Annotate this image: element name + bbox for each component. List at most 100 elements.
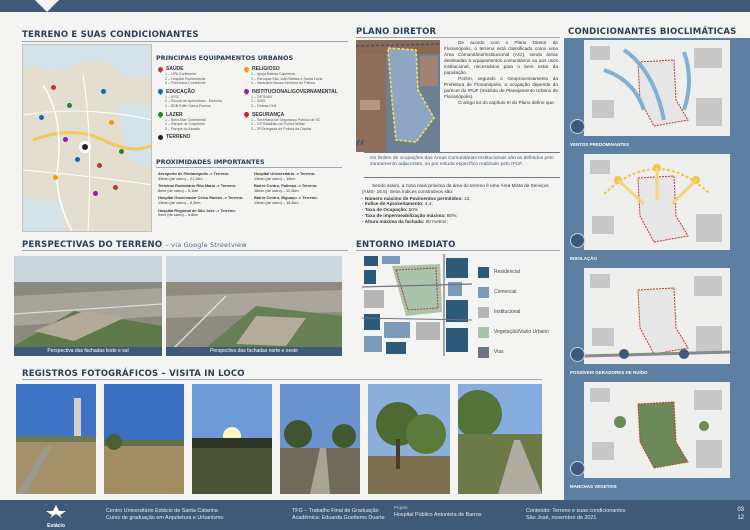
legend-row: Residencial — [478, 262, 558, 282]
bio-card-insolacao — [584, 154, 730, 250]
bio-card-ruido — [584, 268, 730, 364]
paragraph: De acordo com o Plano Diretor de Florian… — [444, 40, 558, 75]
proximity-item: Hospital Governador Celso Ramos -> Terre… — [158, 195, 244, 205]
site-photo-2 — [104, 384, 184, 494]
legend-row: Institucional — [478, 302, 558, 322]
compass-icon — [570, 119, 585, 134]
top-notch — [35, 0, 59, 12]
legend-institucional: INSTITUCIONAL/GOVERNAMENTAL — [242, 88, 346, 96]
zoning-map — [356, 40, 440, 152]
legend-row: Comercial — [478, 282, 558, 302]
location-map — [22, 44, 152, 232]
quote-block: “ Os limites de ocupações das Áreas Comu… — [354, 139, 560, 178]
section-title-bio: CONDICIONANTES BIOCLIMÁTICAS — [568, 27, 737, 37]
site-photo-3 — [192, 384, 272, 494]
logo-text: Estácio — [47, 523, 65, 529]
divider — [356, 37, 560, 38]
page-number: 03 12 — [737, 507, 744, 521]
swatch — [478, 286, 489, 298]
perspective-photo-2: Perspectiva das fachadas norte e oeste — [166, 256, 342, 356]
bio-caption: MANCHAS VEGETAIS — [570, 484, 617, 489]
section-title-registros: REGISTROS FOTOGRÁFICOS – VISITA IN LOCO — [22, 369, 245, 379]
proximity-list: Aeroporto de Florianópolis -> Terreno: 33… — [158, 171, 344, 218]
proximity-item: Aeroporto de Florianópolis -> Terreno: 33… — [158, 171, 230, 181]
index-item: · Altura máxima da fachada: 60 metros; — [362, 218, 448, 224]
legend-item: 3 – 3ª Delegacia de Polícia da Capital — [251, 126, 312, 131]
quote-text: Os limites de ocupações das Áreas Comuni… — [370, 156, 554, 167]
swatch — [478, 346, 489, 358]
institution: Centro Universitário Estácio de Santa Ca… — [106, 508, 224, 521]
paragraph: O artigo 54 do capítulo III do Plano def… — [458, 100, 555, 105]
caption: Perspectiva das fachadas leste e sul — [14, 347, 162, 356]
divider — [22, 41, 348, 42]
map-pin — [113, 185, 118, 190]
bio-card-vegetacao — [584, 382, 730, 478]
urban-equipment-legend: PRINCIPAIS EQUIPAMENTOS URBANOS SAÚDE 1 … — [156, 44, 346, 268]
divider — [22, 379, 542, 380]
map-pin — [39, 115, 44, 120]
caption: Perspectiva das fachadas norte e oeste — [166, 347, 342, 356]
divider — [356, 250, 560, 251]
proximity-item: Hospital Regional de São José -> Terreno… — [158, 207, 236, 218]
map-pin — [101, 89, 106, 94]
proximity-heading: PROXIMIDADES IMPORTANTES — [156, 158, 265, 166]
legend-terreno: TERRENO — [158, 134, 244, 140]
section-title-terreno: TERRENO E SUAS CONDICIONANTES — [22, 30, 199, 40]
section-title-entorno: ENTORNO IMEDIATO — [356, 240, 456, 250]
legend-row: Vias — [478, 342, 558, 362]
map-pin — [93, 191, 98, 196]
bio-caption: INSOLAÇÃO — [570, 256, 597, 261]
paragraph: Sendo assim, a zona mais próxima da área… — [362, 183, 549, 194]
divider — [156, 167, 342, 168]
section-title-perspectivas: PERSPECTIVAS DO TERRENO – via Google Str… — [22, 240, 247, 250]
indices-text: Sendo assim, a zona mais próxima da área… — [362, 183, 558, 225]
paragraph: Porém, segundo o Geoprocessamento da Pre… — [444, 76, 558, 99]
proximity-item: Terminal Rodoviário Rita Maria -> Terren… — [158, 183, 237, 193]
site-photo-5 — [368, 384, 450, 494]
swatch — [478, 326, 489, 338]
proximity-item: Hospital Universitário -> Terreno: 13min … — [254, 171, 316, 181]
map-pin — [97, 163, 102, 168]
compass-icon — [570, 233, 585, 248]
map-pin — [119, 149, 124, 154]
site-photo-4 — [280, 384, 360, 494]
content-info: Conteúdo: Terreno e suas condicionantes … — [526, 508, 626, 521]
site-photo-6 — [458, 384, 542, 494]
legend-item: 3 – Parque do Abraão — [165, 126, 200, 131]
divider — [22, 250, 348, 251]
top-bar — [0, 0, 750, 12]
plano-diretor-text: De acordo com o Plano Diretor de Florian… — [444, 40, 558, 106]
map-pin — [75, 157, 80, 162]
compass-icon — [570, 347, 585, 362]
surroundings-legend: Residencial Comercial Institucional Vege… — [478, 262, 558, 362]
footer: Estácio Centro Universitário Estácio de … — [0, 500, 750, 530]
legend-item: 3 – Policlínica Continente — [165, 81, 206, 86]
proximity-item: Bairro Centro, Biguaçu -> Terreno: 13min … — [254, 195, 318, 205]
map-pin — [109, 120, 114, 125]
map-pin — [63, 137, 68, 142]
project-info: Projeto: Hospital Público Antonieta de B… — [394, 505, 482, 518]
map-pin — [53, 175, 58, 180]
site-photo-1 — [16, 384, 96, 494]
surroundings-map — [361, 254, 473, 356]
map-pin — [67, 103, 72, 108]
proximity-item: Bairro Centro, Palhoça -> Terreno: 18min … — [254, 183, 318, 193]
map-pin — [51, 85, 56, 90]
terreno-icon — [158, 134, 163, 140]
tfg-info: TFG – Trabalho Final de Graduação Acadêm… — [292, 508, 385, 521]
legend-item: 3 – EEB Edith Gama Ramos — [165, 103, 211, 108]
bio-caption: VENTOS PREDOMINANTES — [570, 142, 630, 147]
quote-mark-icon: “ — [354, 137, 366, 162]
estacio-logo: Estácio — [42, 504, 70, 529]
legend-item: 3 – Defesa Civil — [251, 103, 277, 108]
legend-heading: PRINCIPAIS EQUIPAMENTOS URBANOS — [156, 54, 294, 62]
swatch — [478, 266, 489, 278]
swatch — [478, 306, 489, 318]
section-title-plano: PLANO DIRETOR — [356, 27, 437, 37]
compass-icon — [570, 461, 585, 476]
legend-row: Vegetação/Vazio Urbano — [478, 322, 558, 342]
bio-caption: POSSÍVEIS GERADORES DE RUÍDO — [570, 370, 648, 375]
bio-card-ventos — [584, 40, 730, 136]
legend-item: 3 – Santuário Nossa Senhora de Fátima — [251, 81, 316, 86]
perspective-photo-1: Perspectiva das fachadas leste e sul — [14, 256, 162, 356]
